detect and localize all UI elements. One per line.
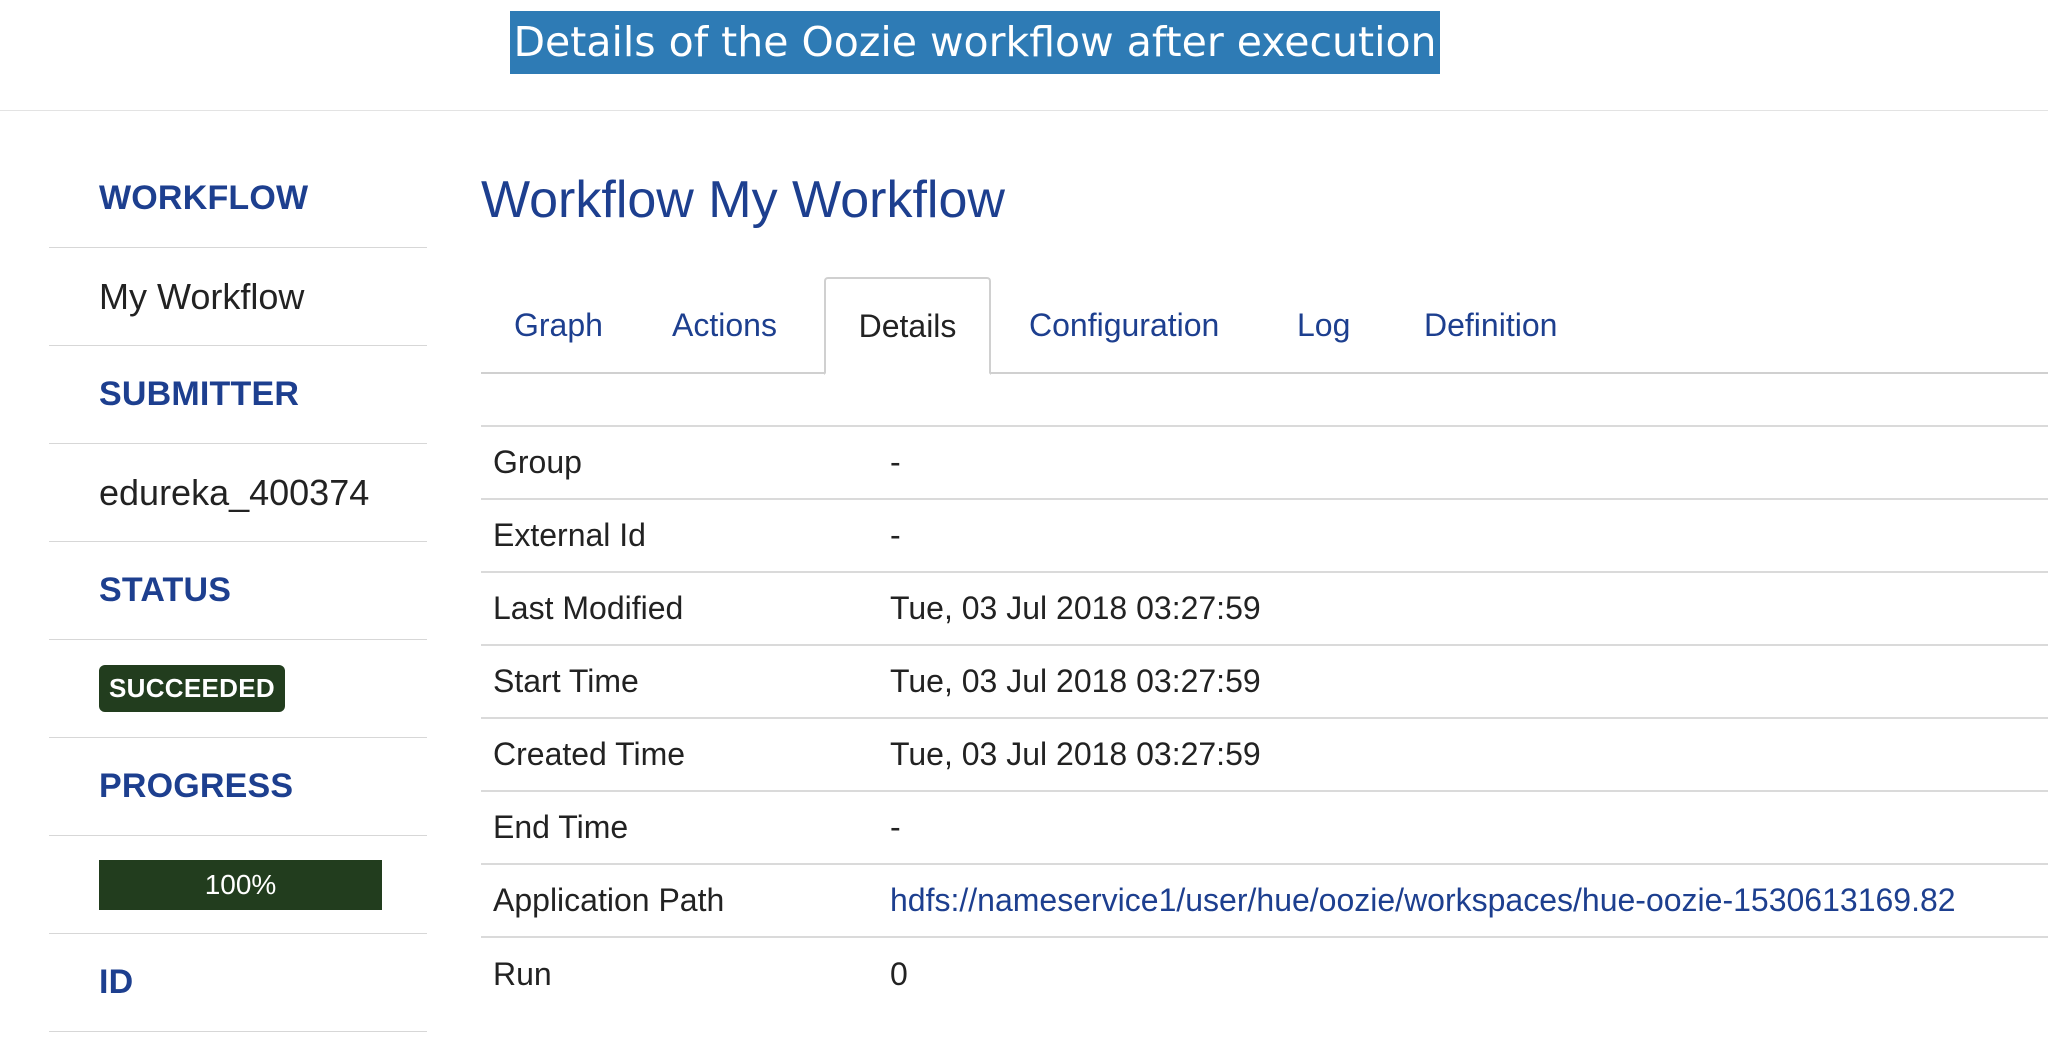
sidebar-id-heading-row: ID — [49, 934, 427, 1032]
detail-value-application-path-cell: hdfs://nameservice1/user/hue/oozie/works… — [890, 864, 2048, 937]
workflow-heading: WORKFLOW — [99, 179, 309, 217]
table-row: Start Time Tue, 03 Jul 2018 03:27:59 — [481, 645, 2048, 718]
detail-value-external-id: - — [890, 517, 901, 553]
sidebar-submitter-value-row: edureka_400374 — [49, 444, 427, 542]
workflow-name: My Workflow — [99, 275, 305, 317]
detail-label-run: Run — [493, 955, 552, 992]
detail-value-group: - — [890, 444, 901, 480]
tab-definition[interactable]: Definition — [1424, 276, 1557, 374]
table-row: Group - — [481, 426, 2048, 499]
details-table: Group - External Id - Last Modified Tue,… — [481, 425, 2048, 1010]
sidebar-status-heading-row: STATUS — [49, 542, 427, 640]
table-row: Run 0 — [481, 937, 2048, 1010]
status-badge: SUCCEEDED — [99, 665, 285, 712]
detail-value-start-time: Tue, 03 Jul 2018 03:27:59 — [890, 663, 1261, 699]
detail-label-created-time: Created Time — [493, 736, 686, 772]
sidebar-workflow-value-row: My Workflow — [49, 248, 427, 346]
detail-label-end-time: End Time — [493, 809, 629, 845]
tab-log[interactable]: Log — [1297, 276, 1350, 374]
tab-actions[interactable]: Actions — [672, 276, 777, 374]
page-title: Workflow My Workflow — [481, 171, 1005, 229]
detail-label-start-time: Start Time — [493, 663, 639, 699]
progress-bar: 100% — [99, 859, 382, 910]
id-heading: ID — [99, 963, 134, 1001]
sidebar-progress-heading-row: PROGRESS — [49, 738, 427, 836]
sidebar-progress-value-row: 100% — [49, 836, 427, 934]
application-path-link[interactable]: hdfs://nameservice1/user/hue/oozie/works… — [890, 882, 1956, 918]
detail-label-last-modified: Last Modified — [493, 590, 684, 626]
submitter-heading: SUBMITTER — [99, 375, 300, 413]
detail-value-created-time: Tue, 03 Jul 2018 03:27:59 — [890, 736, 1261, 772]
page-banner: Details of the Oozie workflow after exec… — [510, 11, 1440, 74]
detail-label-group: Group — [493, 444, 582, 480]
progress-heading: PROGRESS — [99, 767, 294, 805]
sidebar: WORKFLOW My Workflow SUBMITTER edureka_4… — [49, 150, 427, 1032]
tab-bar: Graph Actions Details Configuration Log … — [481, 276, 2048, 375]
sidebar-workflow-heading-row: WORKFLOW — [49, 150, 427, 248]
sidebar-submitter-heading-row: SUBMITTER — [49, 346, 427, 444]
submitter-name: edureka_400374 — [99, 471, 370, 513]
table-row: Last Modified Tue, 03 Jul 2018 03:27:59 — [481, 572, 2048, 645]
status-heading: STATUS — [99, 571, 232, 609]
table-row: End Time - — [481, 791, 2048, 864]
detail-label-application-path: Application Path — [493, 882, 725, 918]
tab-details[interactable]: Details — [824, 277, 991, 375]
sidebar-status-value-row: SUCCEEDED — [49, 640, 427, 738]
detail-value-end-time: - — [890, 809, 901, 845]
tab-configuration[interactable]: Configuration — [1029, 276, 1219, 374]
table-row: Application Path hdfs://nameservice1/use… — [481, 864, 2048, 937]
detail-value-last-modified: Tue, 03 Jul 2018 03:27:59 — [890, 590, 1261, 626]
detail-label-external-id: External Id — [493, 517, 646, 553]
tab-graph[interactable]: Graph — [514, 276, 603, 374]
table-row: Created Time Tue, 03 Jul 2018 03:27:59 — [481, 718, 2048, 791]
progress-label: 100% — [204, 868, 277, 900]
top-divider — [0, 110, 2048, 111]
table-row: External Id - — [481, 499, 2048, 572]
detail-value-run: 0 — [890, 955, 908, 992]
